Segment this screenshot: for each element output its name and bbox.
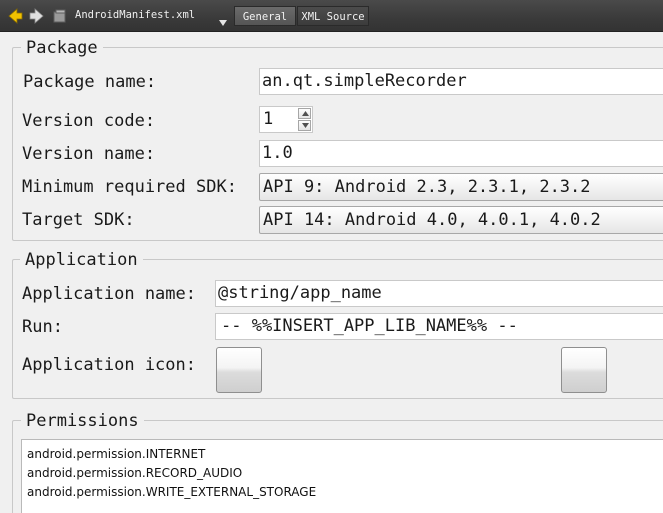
application-icon-label: Application icon: [22, 355, 196, 375]
package-group-title: Package [21, 38, 103, 58]
application-name-field[interactable]: @string/app_name [215, 280, 663, 307]
tab-xml-source[interactable]: XML Source [297, 6, 369, 26]
permissions-group-title: Permissions [21, 411, 144, 431]
list-item[interactable]: android.permission.INTERNET [27, 445, 663, 464]
arrow-right-icon[interactable] [28, 6, 46, 26]
min-sdk-label: Minimum required SDK: [22, 177, 237, 197]
stepper-down-button[interactable] [298, 120, 311, 131]
chevron-down-icon[interactable] [218, 12, 228, 26]
version-code-stepper[interactable]: 1 [259, 106, 313, 133]
version-code-value[interactable]: 1 [263, 107, 273, 132]
version-code-label: Version code: [22, 111, 156, 131]
package-name-field[interactable]: an.qt.simpleRecorder [259, 68, 663, 95]
target-sdk-label: Target SDK: [22, 210, 135, 230]
permissions-list[interactable]: android.permission.INTERNET android.perm… [21, 439, 663, 513]
file-icon [52, 8, 68, 24]
list-item[interactable]: android.permission.WRITE_EXTERNAL_STORAG… [27, 483, 663, 502]
application-group-title: Application [20, 250, 143, 270]
editor-toolbar: AndroidManifest.xml General XML Source [0, 0, 663, 32]
min-sdk-select[interactable]: API 9: Android 2.3, 2.3.1, 2.3.2 [259, 173, 663, 201]
arrow-left-icon[interactable] [6, 6, 24, 26]
version-name-label: Version name: [22, 144, 156, 164]
open-file-name[interactable]: AndroidManifest.xml [75, 9, 195, 21]
stepper-up-button[interactable] [298, 108, 311, 119]
app-icon-mdpi-button[interactable] [561, 347, 607, 393]
app-icon-ldpi-button[interactable] [216, 347, 262, 393]
version-name-field[interactable]: 1.0 [259, 140, 663, 167]
list-item[interactable]: android.permission.RECORD_AUDIO [27, 464, 663, 483]
package-name-label: Package name: [23, 72, 157, 92]
tab-general[interactable]: General [234, 6, 296, 26]
target-sdk-select[interactable]: API 14: Android 4.0, 4.0.1, 4.0.2 [259, 206, 663, 234]
run-field[interactable]: -- %%INSERT_APP_LIB_NAME%% -- [215, 313, 663, 340]
application-name-label: Application name: [22, 284, 196, 304]
run-label: Run: [22, 317, 63, 337]
